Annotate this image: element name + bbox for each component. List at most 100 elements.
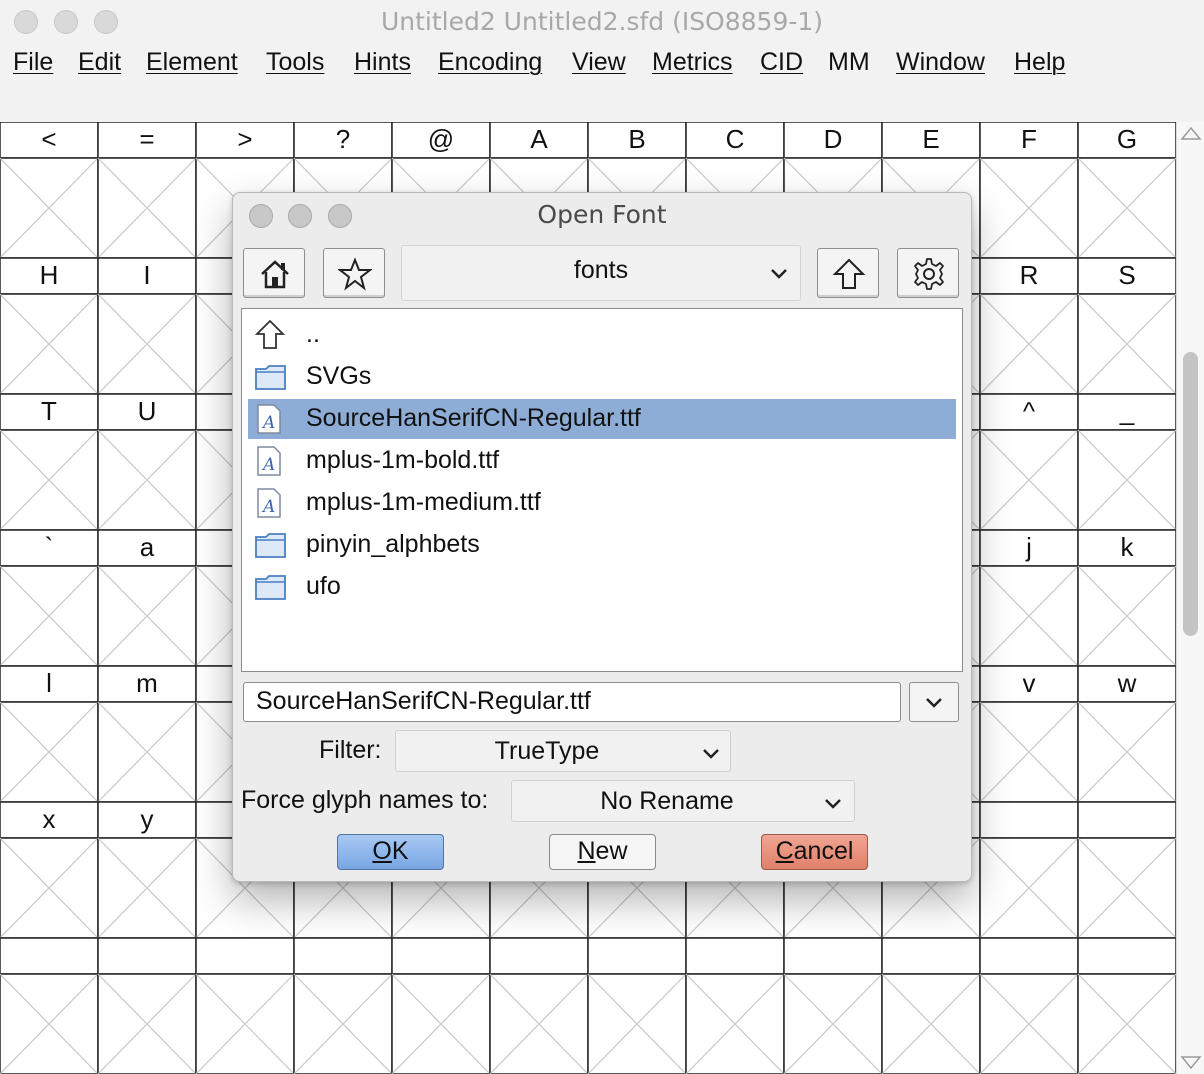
glyph-label: H — [40, 260, 59, 290]
glyph-cell[interactable]: a — [97, 529, 197, 667]
glyph-cell[interactable]: < — [0, 122, 99, 259]
list-item-folder[interactable]: pinyin_alphbets — [248, 525, 956, 565]
glyph-cell[interactable] — [391, 937, 491, 1074]
glyph-cell[interactable]: w — [1077, 665, 1176, 803]
minimize-window-button[interactable] — [54, 10, 78, 34]
glyph-cell[interactable]: x — [0, 801, 99, 939]
glyph-cell[interactable] — [0, 937, 99, 1074]
glyph-cell[interactable]: ^ — [979, 393, 1079, 531]
menu-encoding[interactable]: Encoding — [438, 48, 542, 77]
glyph-cell[interactable]: _ — [1077, 393, 1176, 531]
glyph-cell[interactable]: H — [0, 257, 99, 395]
menu-view[interactable]: View — [572, 48, 626, 77]
glyph-cell[interactable]: T — [0, 393, 99, 531]
glyph-label: B — [628, 124, 645, 154]
glyph-cell[interactable]: m — [97, 665, 197, 803]
glyph-cell[interactable] — [979, 801, 1079, 939]
glyph-label: @ — [428, 124, 454, 154]
chevron-down-icon — [825, 799, 841, 809]
file-list[interactable]: .. SVGs A SourceHanSerifCN-Regular.ttf A… — [241, 308, 963, 672]
menu-file[interactable]: File — [13, 48, 53, 77]
glyph-label: D — [824, 124, 843, 154]
glyph-cell[interactable] — [293, 937, 393, 1074]
settings-button[interactable] — [897, 248, 959, 298]
glyph-cell[interactable]: I — [97, 257, 197, 395]
glyph-label: E — [922, 124, 939, 154]
cancel-button[interactable]: Cancel — [761, 834, 868, 870]
home-button[interactable] — [243, 248, 305, 298]
glyph-cell[interactable] — [783, 937, 883, 1074]
menu-element[interactable]: Element — [146, 48, 238, 77]
scroll-down-arrow-icon[interactable] — [1179, 1054, 1203, 1072]
cancel-button-label: ancel — [793, 837, 854, 865]
glyph-cell[interactable] — [587, 937, 687, 1074]
menu-tools[interactable]: Tools — [266, 48, 324, 77]
glyph-cell[interactable] — [881, 937, 981, 1074]
glyph-cell[interactable] — [685, 937, 785, 1074]
scroll-up-arrow-icon[interactable] — [1179, 124, 1203, 142]
filter-label: Filter: — [319, 736, 382, 764]
glyph-label: w — [1117, 668, 1137, 698]
glyph-cell[interactable] — [97, 937, 197, 1074]
glyph-cell[interactable]: = — [97, 122, 197, 259]
glyph-cell[interactable]: G — [1077, 122, 1176, 259]
glyph-cell[interactable]: v — [979, 665, 1079, 803]
glyph-label: x — [43, 804, 56, 834]
glyph-label: _ — [1119, 396, 1135, 426]
glyph-cell[interactable] — [195, 937, 295, 1074]
glyph-cell[interactable] — [1077, 937, 1176, 1074]
glyph-cell[interactable] — [979, 937, 1079, 1074]
chevron-down-icon — [771, 269, 787, 279]
file-name: ufo — [306, 572, 341, 600]
glyph-label: k — [1121, 532, 1135, 562]
glyph-cell[interactable]: k — [1077, 529, 1176, 667]
svg-text:A: A — [261, 413, 275, 433]
file-name: mplus-1m-medium.ttf — [306, 488, 541, 516]
filename-history-button[interactable] — [909, 682, 959, 722]
glyph-cell[interactable]: j — [979, 529, 1079, 667]
zoom-window-button[interactable] — [94, 10, 118, 34]
menu-mm[interactable]: MM — [828, 48, 870, 77]
filename-input[interactable] — [244, 683, 896, 719]
filter-select[interactable]: TrueType — [395, 730, 731, 772]
list-item-folder[interactable]: SVGs — [248, 357, 956, 397]
glyph-cell[interactable]: l — [0, 665, 99, 803]
file-name: pinyin_alphbets — [306, 530, 480, 558]
chevron-down-icon — [703, 749, 719, 759]
ok-button[interactable]: OK — [337, 834, 444, 870]
folder-icon — [255, 533, 286, 558]
glyph-label: = — [139, 124, 154, 154]
glyph-label: > — [237, 124, 252, 154]
new-button[interactable]: New — [549, 834, 656, 870]
menu-metrics[interactable]: Metrics — [652, 48, 733, 77]
glyph-cell[interactable]: ` — [0, 529, 99, 667]
close-window-button[interactable] — [14, 10, 38, 34]
menu-help[interactable]: Help — [1014, 48, 1065, 77]
glyph-cell[interactable]: R — [979, 257, 1079, 395]
menu-cid[interactable]: CID — [760, 48, 803, 77]
bookmarks-button[interactable] — [323, 248, 385, 298]
list-item-font[interactable]: A mplus-1m-medium.ttf — [248, 483, 956, 523]
list-item-parent[interactable]: .. — [248, 315, 956, 355]
menu-window[interactable]: Window — [896, 48, 985, 77]
svg-text:A: A — [261, 497, 275, 517]
ok-button-mnemonic: O — [372, 837, 392, 865]
force-glyph-names-select[interactable]: No Rename — [511, 780, 855, 822]
glyph-cell[interactable]: F — [979, 122, 1079, 259]
menu-hints[interactable]: Hints — [354, 48, 411, 77]
directory-select[interactable]: fonts — [401, 245, 801, 301]
glyph-label: y — [141, 804, 154, 834]
list-item-font[interactable]: A mplus-1m-bold.ttf — [248, 441, 956, 481]
glyph-cell[interactable] — [1077, 801, 1176, 939]
menu-edit[interactable]: Edit — [78, 48, 121, 77]
list-item-folder[interactable]: ufo — [248, 567, 956, 607]
glyph-cell[interactable]: S — [1077, 257, 1176, 395]
scrollbar-thumb[interactable] — [1183, 352, 1198, 636]
glyph-cell[interactable]: U — [97, 393, 197, 531]
glyph-label: U — [138, 396, 157, 426]
list-item-font-selected[interactable]: A SourceHanSerifCN-Regular.ttf — [248, 399, 956, 439]
glyph-cell[interactable]: y — [97, 801, 197, 939]
home-icon — [261, 260, 289, 289]
parent-directory-button[interactable] — [817, 248, 879, 298]
glyph-cell[interactable] — [489, 937, 589, 1074]
